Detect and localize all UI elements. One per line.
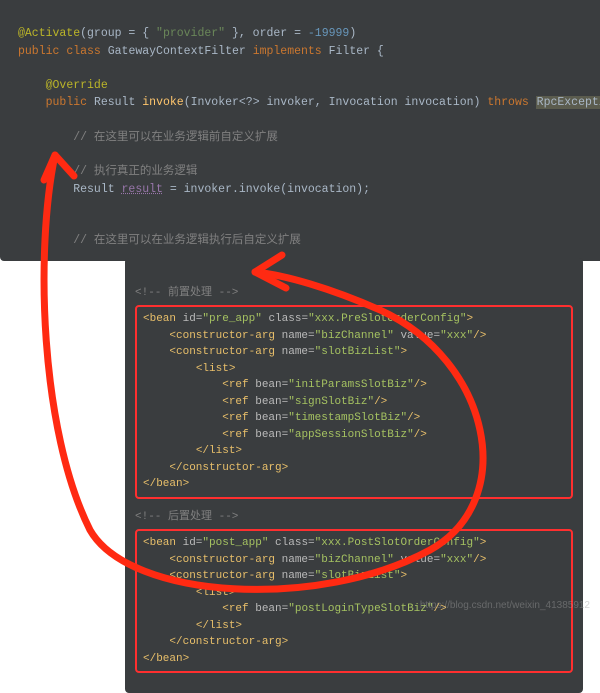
pre-ca1-name: "bizChannel" (315, 330, 394, 342)
comment-exec: // 执行真正的业务逻辑 (73, 165, 197, 178)
pre-ca1-value: "xxx" (440, 330, 473, 342)
java-ann-params: (group = { "provider" }, order = -19999) (80, 27, 356, 40)
comment-pre: // 在这里可以在业务逻辑前自定义扩展 (73, 131, 278, 144)
method-name: invoke (142, 96, 183, 109)
stmt-right: = invoker.invoke(invocation); (163, 183, 370, 196)
post-ca1-name: "bizChannel" (315, 554, 394, 566)
exception-type: RpcException (536, 96, 600, 109)
class-name: GatewayContextFilter (108, 45, 246, 58)
post-ca1-value: "xxx" (440, 554, 473, 566)
interface-name: Filter (329, 45, 370, 58)
xml-code-block: <!-- 前置处理 --> <bean id="pre_app" class="… (125, 258, 583, 693)
post-class: "xxx.PostSlotOrderConfig" (315, 537, 480, 549)
xml-comment-post: <!-- 后置处理 --> (135, 511, 238, 523)
post-ca2-name: "slotBizList" (315, 570, 401, 582)
comment-post: // 在这里可以在业务逻辑执行后自定义扩展 (73, 234, 301, 247)
post-id: "post_app" (202, 537, 268, 549)
stmt-var: result (122, 183, 163, 196)
kw-implements: implements (253, 45, 322, 58)
stmt-left: Result (73, 183, 121, 196)
java-annotation: @Activate (18, 27, 80, 40)
method-params: (Invoker<?> invoker, Invocation invocati… (184, 96, 481, 109)
pre-class: "xxx.PreSlotOrderConfig" (308, 313, 466, 325)
return-type: Result (94, 96, 135, 109)
kw-public2: public (46, 96, 87, 109)
kw-throws: throws (487, 96, 528, 109)
brace-open: { (370, 45, 384, 58)
pre-ca2-name: "slotBizList" (315, 346, 401, 358)
xml-pre-bean-box: <bean id="pre_app" class="xxx.PreSlotOrd… (135, 305, 573, 499)
kw-class: class (66, 45, 101, 58)
java-code-block: @Activate(group = { "provider" }, order … (0, 0, 600, 261)
kw-public: public (18, 45, 59, 58)
pre-id: "pre_app" (202, 313, 261, 325)
annotation-override: @Override (46, 79, 108, 92)
xml-comment-pre: <!-- 前置处理 --> (135, 287, 238, 299)
watermark: https://blog.csdn.net/weixin_41385912 (420, 598, 590, 613)
